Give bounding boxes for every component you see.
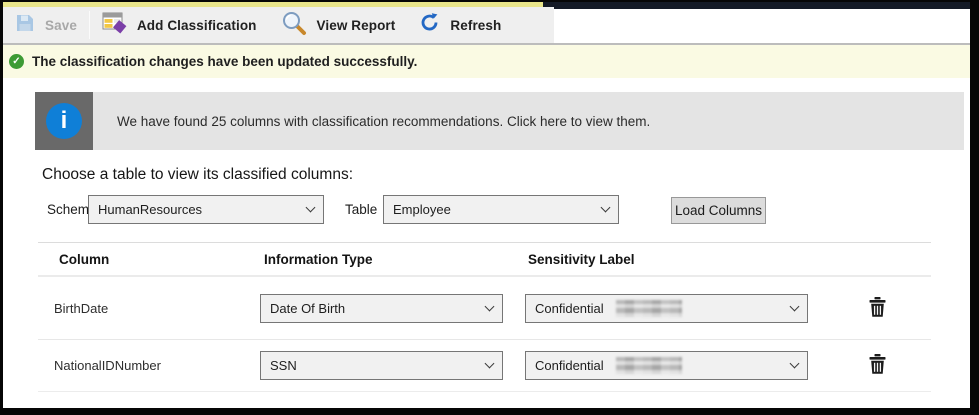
sensitivity-label-header: Sensitivity Label [525, 252, 855, 267]
save-icon [15, 13, 35, 38]
view-report-label: View Report [317, 18, 396, 33]
success-check-icon: ✓ [9, 54, 24, 69]
toolbar: Save Add Classification [3, 7, 554, 43]
recommendations-banner[interactable]: i We have found 25 columns with classifi… [35, 92, 964, 150]
table-selected-value: Employee [393, 202, 602, 217]
success-message: The classification changes have been upd… [32, 54, 417, 69]
redacted-text-block [616, 300, 682, 317]
refresh-label: Refresh [450, 18, 501, 33]
chevron-down-icon [601, 203, 611, 213]
table-header-row: Column Information Type Sensitivity Labe… [38, 243, 931, 277]
refresh-button[interactable]: Refresh [407, 7, 513, 43]
redacted-text-block [616, 357, 682, 374]
chevron-down-icon [790, 301, 800, 311]
recommendations-message[interactable]: We have found 25 columns with classifica… [117, 114, 650, 129]
chevron-down-icon [306, 203, 316, 213]
schema-selected-value: HumanResources [98, 202, 307, 217]
column-name: NationalIDNumber [38, 358, 260, 373]
info-icon: i [46, 103, 82, 139]
chevron-down-icon [485, 301, 495, 311]
table-label: Table [345, 194, 377, 225]
trash-icon [869, 297, 886, 320]
column-header: Column [38, 252, 260, 267]
information-type-value: Date Of Birth [270, 301, 486, 316]
table-row: NationalIDNumber SSN Confidential [38, 340, 931, 392]
recommendations-bar[interactable]: We have found 25 columns with classifica… [93, 92, 964, 150]
information-type-dropdown[interactable]: Date Of Birth [260, 294, 503, 323]
sensitivity-label-value: Confidential [535, 301, 604, 316]
choose-table-heading: Choose a table to view its classified co… [42, 166, 353, 184]
trash-icon [869, 354, 886, 377]
table-dropdown[interactable]: Employee [383, 195, 619, 224]
data-classification-pane: Save Add Classification [3, 2, 970, 408]
magnifier-icon [281, 10, 307, 41]
information-type-value: SSN [270, 358, 486, 373]
success-notification: ✓ The classification changes have been u… [3, 45, 970, 78]
add-classification-button[interactable]: Add Classification [90, 7, 269, 43]
selector-row: Schema HumanResources Table Employee Loa… [3, 194, 970, 225]
chevron-down-icon [485, 359, 495, 369]
delete-classification-button[interactable] [869, 354, 931, 377]
information-type-header: Information Type [260, 252, 525, 267]
information-type-dropdown[interactable]: SSN [260, 351, 503, 380]
save-label: Save [45, 18, 77, 33]
sensitivity-label-dropdown[interactable]: Confidential [525, 351, 808, 380]
table-row: BirthDate Date Of Birth Confidential [38, 277, 931, 340]
screenshot-frame: Save Add Classification [0, 0, 979, 415]
refresh-icon [419, 12, 440, 38]
sensitivity-label-value: Confidential [535, 358, 604, 373]
view-report-button[interactable]: View Report [269, 7, 408, 43]
chevron-down-icon [790, 359, 800, 369]
save-button[interactable]: Save [3, 7, 89, 43]
info-icon-box: i [35, 92, 93, 150]
load-columns-button[interactable]: Load Columns [671, 197, 766, 224]
sensitivity-label-dropdown[interactable]: Confidential [525, 294, 808, 323]
add-classification-label: Add Classification [137, 18, 257, 33]
window-edge-strip [543, 2, 970, 9]
delete-classification-button[interactable] [869, 297, 931, 320]
column-name: BirthDate [38, 301, 260, 316]
add-classification-icon [102, 12, 127, 39]
schema-dropdown[interactable]: HumanResources [88, 195, 324, 224]
classified-columns-table: Column Information Type Sensitivity Labe… [38, 242, 931, 392]
